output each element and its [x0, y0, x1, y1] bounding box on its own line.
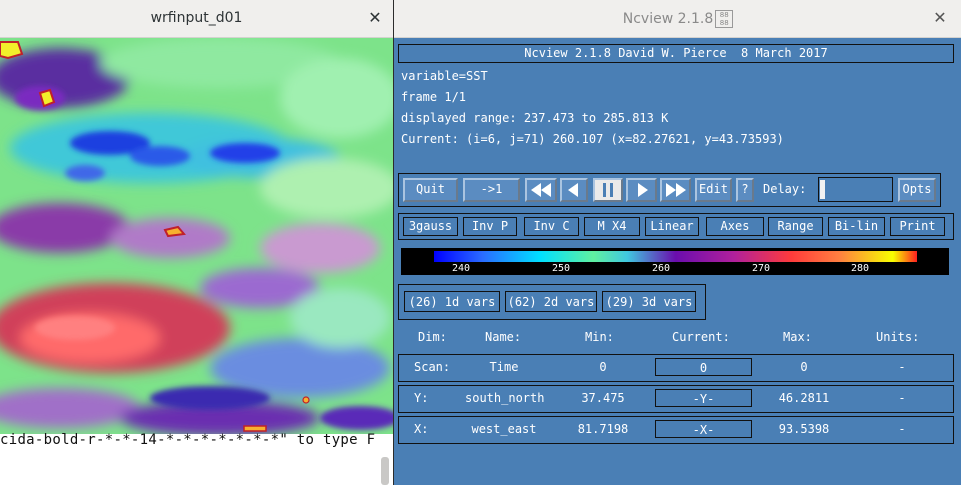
variable-label: variable=SST: [401, 69, 488, 83]
sst-map-svg: [0, 38, 393, 434]
current-value-label: Current: (i=6, j=71) 260.107 (x=82.27621…: [401, 132, 784, 146]
dim-units-cell: -: [898, 422, 906, 436]
dim-current-button[interactable]: 0: [655, 358, 752, 376]
dim-min-cell: 81.7198: [577, 422, 629, 436]
banner-text: Ncview 2.1.8 David W. Pierce 8 March 201…: [524, 46, 828, 60]
colorbar-gradient: [434, 251, 917, 262]
dim-units-cell: -: [898, 360, 906, 374]
option-button-inv-c[interactable]: Inv C: [524, 217, 579, 236]
dim-max-cell: 46.2811: [778, 391, 830, 405]
min-header: Min:: [585, 330, 614, 344]
dim-min-cell: 37.475: [581, 391, 625, 405]
delay-label: Delay:: [763, 182, 807, 196]
ncview-titlebar[interactable]: Ncview 2.1.8 88 88 ✕: [394, 0, 961, 38]
quit-button[interactable]: Quit: [403, 178, 458, 202]
option-button-3gauss[interactable]: 3gauss: [403, 217, 458, 236]
opts-button[interactable]: Opts: [898, 178, 936, 202]
2d-vars-button[interactable]: (62) 2d vars: [505, 291, 597, 312]
delay-slider-thumb[interactable]: [820, 180, 825, 199]
dim-current-button[interactable]: -Y-: [655, 389, 752, 407]
help-button[interactable]: ?: [736, 178, 754, 202]
close-icon[interactable]: ✕: [365, 8, 385, 28]
step-forward-icon: [637, 183, 648, 197]
banner-frame: Ncview 2.1.8 David W. Pierce 8 March 201…: [398, 44, 954, 63]
name-header: Name:: [485, 330, 522, 344]
option-button-print[interactable]: Print: [890, 217, 945, 236]
option-button-linear[interactable]: Linear: [645, 217, 699, 236]
colorbar-tick-label: 260: [652, 263, 671, 274]
1d-vars-button[interactable]: (26) 1d vars: [404, 291, 500, 312]
colorbar-tick-label: 240: [452, 263, 471, 274]
dim-min-cell: 0: [599, 360, 607, 374]
fast-forward-button[interactable]: [660, 178, 691, 202]
step-back-button[interactable]: [560, 178, 588, 202]
step-forward-button[interactable]: [626, 178, 657, 202]
option-button-axes[interactable]: Axes: [706, 217, 764, 236]
option-button-bi-lin[interactable]: Bi-lin: [828, 217, 885, 236]
ncview-title-text: Ncview 2.1.8: [622, 11, 714, 27]
dim-max-cell: 93.5398: [778, 422, 830, 436]
edit-button[interactable]: Edit: [695, 178, 732, 202]
dim-cell: Y:: [414, 391, 429, 405]
pause-button[interactable]: [593, 178, 623, 202]
dim-name-cell: west_east: [471, 422, 537, 436]
fast-forward-icon: [665, 183, 686, 197]
close-icon[interactable]: ✕: [930, 8, 950, 28]
range-label: displayed range: 237.473 to 285.813 K: [401, 111, 669, 125]
app-badge-icon: 88 88: [715, 10, 734, 28]
option-button-inv-p[interactable]: Inv P: [463, 217, 517, 236]
left-window-title: wrfinput_d01: [150, 10, 243, 26]
colorbar-tick-label: 280: [851, 263, 870, 274]
first-frame-button[interactable]: ->1: [463, 178, 520, 202]
terminal-scrollbar[interactable]: [381, 457, 389, 485]
sst-map-image[interactable]: [0, 38, 393, 434]
dim-cell: Scan:: [414, 360, 451, 374]
colorbar-tick-label: 270: [752, 263, 771, 274]
frame-label: frame 1/1: [401, 90, 467, 104]
wrfinput-window: wrfinput_d01 ✕ cida-bold-r-*-*-14-*-*-*-…: [0, 0, 393, 485]
dim-name-cell: Time: [489, 360, 519, 374]
dim-current-button[interactable]: -X-: [655, 420, 752, 438]
max-header: Max:: [783, 330, 812, 344]
current-header: Current:: [672, 330, 730, 344]
dim-cell: X:: [414, 422, 429, 436]
dim-header: Dim:: [418, 330, 447, 344]
step-back-icon: [568, 183, 578, 197]
left-window-titlebar[interactable]: wrfinput_d01 ✕: [0, 0, 393, 38]
units-header: Units:: [876, 330, 920, 344]
rewind-icon: [531, 183, 551, 197]
terminal-text-line: cida-bold-r-*-*-14-*-*-*-*-*-*-*" to typ…: [0, 432, 376, 448]
rewind-button[interactable]: [525, 178, 557, 202]
dim-name-cell: south_north: [465, 391, 545, 405]
dim-max-cell: 0: [800, 360, 808, 374]
option-button-m-x4[interactable]: M X4: [584, 217, 640, 236]
delay-slider[interactable]: [818, 177, 893, 202]
option-button-range[interactable]: Range: [768, 217, 823, 236]
pause-icon: [603, 183, 613, 197]
ncview-window: Ncview 2.1.8 88 88 ✕ Ncview 2.1.8 David W.…: [393, 0, 961, 485]
dim-units-cell: -: [898, 391, 906, 405]
ncview-window-title: Ncview 2.1.8 88 88: [394, 10, 961, 28]
colorbar-tick-label: 250: [552, 263, 571, 274]
3d-vars-button[interactable]: (29) 3d vars: [602, 291, 696, 312]
